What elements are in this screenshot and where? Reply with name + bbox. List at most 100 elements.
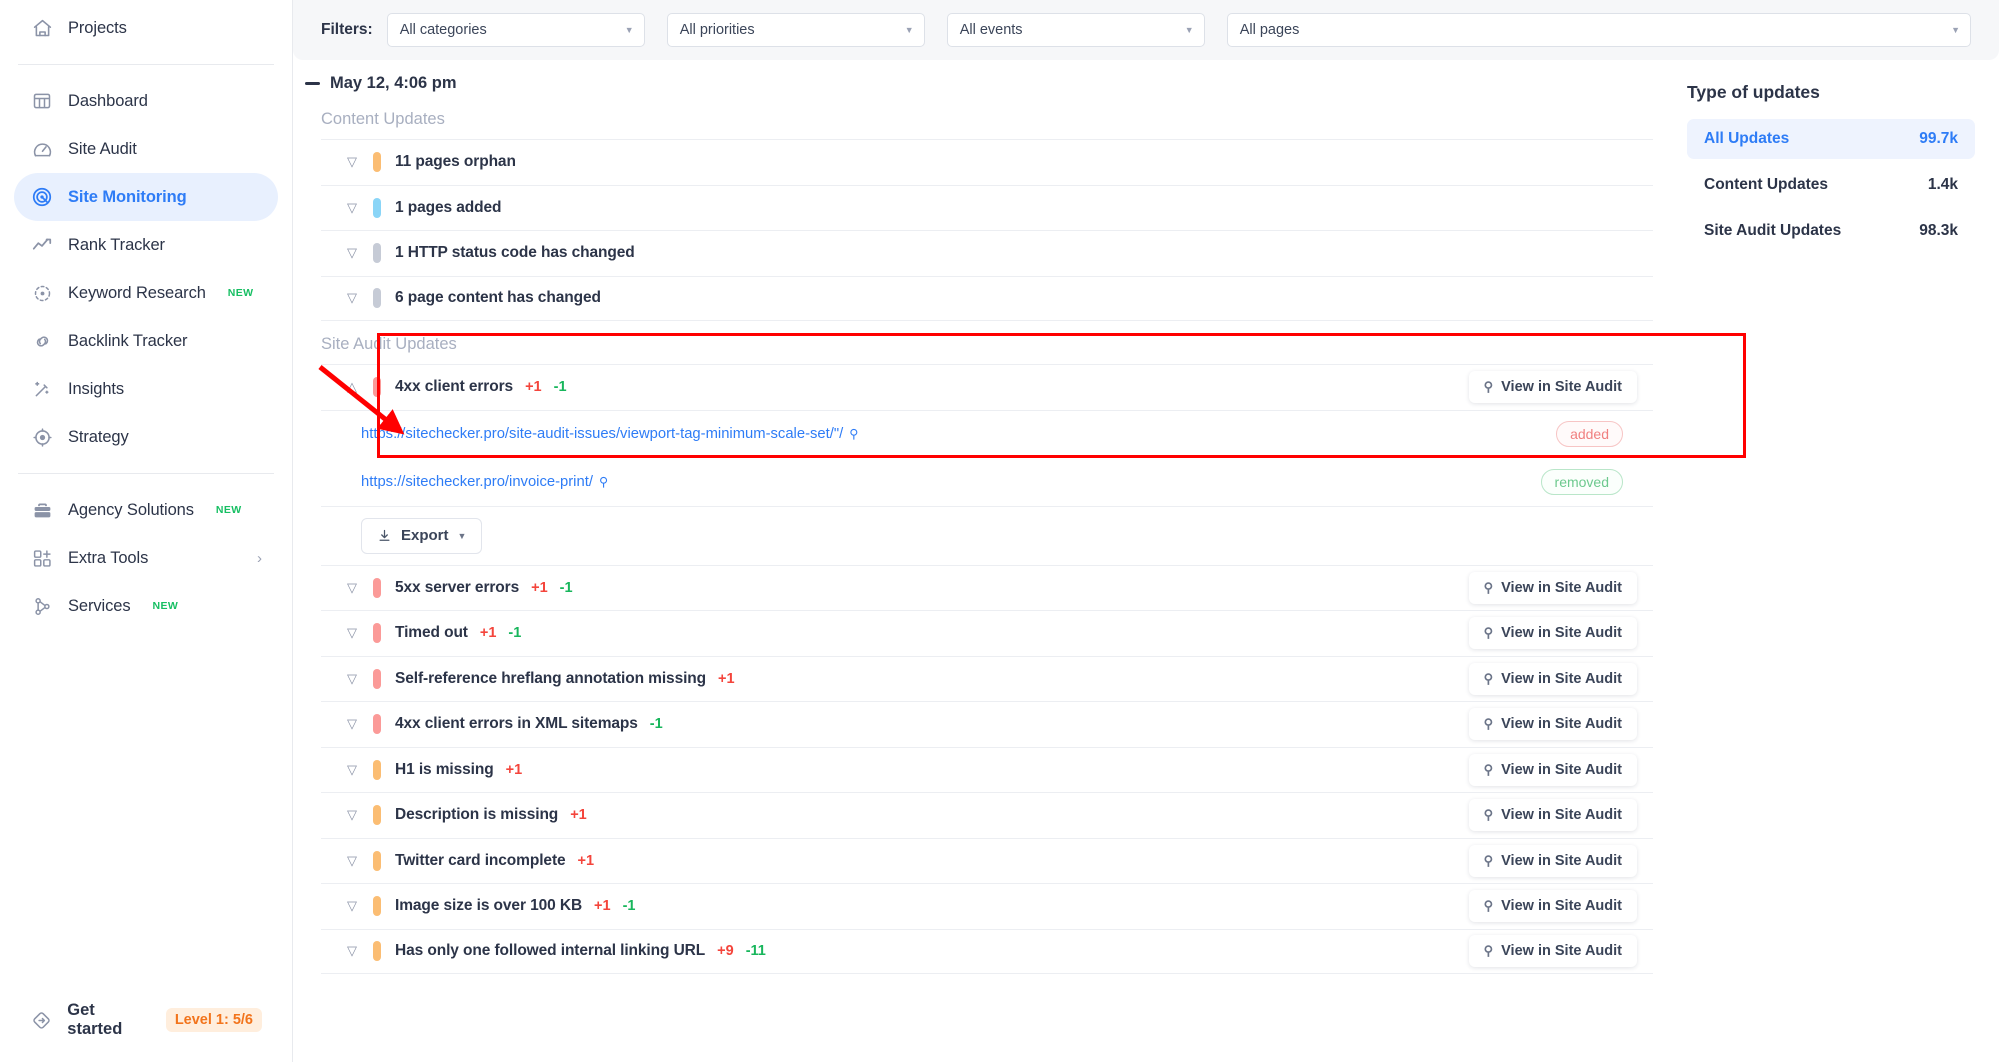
chevron-down-icon[interactable]: ▽ (341, 853, 363, 869)
view-in-site-audit-button[interactable]: ⚲ View in Site Audit (1468, 890, 1637, 923)
search-icon[interactable]: ⚲ (849, 427, 858, 441)
chevron-up-icon[interactable]: △ (341, 379, 363, 395)
get-started-button[interactable]: Get started Level 1: 5/6 (0, 992, 292, 1048)
filter-events-select[interactable]: All events ▼ (946, 13, 1205, 47)
row-label: Twitter card incomplete (395, 851, 566, 869)
view-in-site-audit-button[interactable]: ⚲ View in Site Audit (1468, 371, 1637, 404)
table-row[interactable]: ▽ 6 page content has changed (321, 275, 1653, 321)
chevron-down-icon[interactable]: ▽ (341, 290, 363, 306)
collapse-minus-icon[interactable] (305, 81, 320, 85)
chevron-down-icon[interactable]: ▽ (341, 625, 363, 641)
table-row[interactable]: ▽ Self-reference hreflang annotation mis… (321, 655, 1653, 702)
briefcase-icon (30, 498, 54, 522)
dashboard-icon (30, 89, 54, 113)
chevron-down-icon[interactable]: ▽ (341, 671, 363, 687)
delta-positive: +1 (577, 852, 595, 869)
detail-url-link[interactable]: https://sitechecker.pro/invoice-print/ ⚲ (361, 474, 608, 490)
rocket-diamond-icon (30, 1008, 53, 1032)
sidebar-item-rank-tracker[interactable]: Rank Tracker (14, 221, 278, 269)
list-item[interactable]: https://sitechecker.pro/invoice-print/⚲ … (321, 458, 1653, 506)
chevron-down-icon[interactable]: ▽ (341, 200, 363, 216)
priority-indicator (373, 152, 381, 173)
nodes-icon (30, 594, 54, 618)
chevron-right-icon: › (257, 549, 262, 567)
chevron-down-icon[interactable]: ▽ (341, 245, 363, 261)
table-row[interactable]: ▽ Image size is over 100 KB +1 -1 ⚲ View… (321, 883, 1653, 929)
table-row[interactable]: ▽ Description is missing +1 ⚲ View in Si… (321, 792, 1653, 838)
chevron-down-icon[interactable]: ▽ (341, 807, 363, 823)
filter-categories-select[interactable]: All categories ▼ (386, 13, 645, 47)
delta-positive: +1 (525, 379, 542, 396)
chevron-down-icon[interactable]: ▽ (341, 762, 363, 778)
filter-priorities-select[interactable]: All priorities ▼ (666, 13, 925, 47)
chevron-down-icon[interactable]: ▽ (341, 943, 363, 959)
table-row-4xx-client-errors[interactable]: △ 4xx client errors +1 -1 ⚲ View in Site… (321, 364, 1653, 410)
view-in-site-audit-button[interactable]: ⚲ View in Site Audit (1468, 662, 1637, 695)
sidebar-item-keyword-research[interactable]: Keyword Research NEW (14, 269, 278, 317)
panel-item-value: 99.7k (1919, 130, 1958, 147)
view-in-site-audit-button[interactable]: ⚲ View in Site Audit (1468, 571, 1637, 604)
search-icon: ⚲ (1483, 898, 1494, 914)
site-audit-updates-section-title: Site Audit Updates (321, 335, 457, 353)
main-content: Filters: All categories ▼ All priorities… (293, 0, 1999, 1062)
view-button-label: View in Site Audit (1501, 670, 1622, 687)
panel-item-all-updates[interactable]: All Updates 99.7k (1687, 119, 1975, 159)
panel-item-site-audit-updates[interactable]: Site Audit Updates 98.3k (1687, 211, 1975, 251)
sidebar-item-agency-solutions[interactable]: Agency Solutions NEW (14, 486, 278, 534)
detail-url-text: https://sitechecker.pro/invoice-print/ (361, 473, 593, 490)
detail-url-text: https://sitechecker.pro/site-audit-issue… (361, 426, 844, 442)
search-icon: ⚲ (1483, 579, 1494, 595)
view-in-site-audit-button[interactable]: ⚲ View in Site Audit (1468, 844, 1637, 877)
chevron-down-icon[interactable]: ▽ (341, 716, 363, 732)
table-row[interactable]: ▽ 11 pages orphan (321, 139, 1653, 185)
date-header[interactable]: May 12, 4:06 pm (305, 60, 1653, 96)
chevron-down-icon[interactable]: ▽ (341, 898, 363, 914)
view-in-site-audit-button[interactable]: ⚲ View in Site Audit (1468, 617, 1637, 650)
table-row[interactable]: ▽ 5xx server errors +1 -1 ⚲ View in Site… (321, 564, 1653, 611)
delta-negative: -1 (559, 579, 573, 596)
row-label: Timed out (395, 624, 468, 642)
type-of-updates-panel: Type of updates All Updates 99.7k Conten… (1653, 60, 1999, 1062)
chevron-down-icon[interactable]: ▽ (341, 154, 363, 170)
new-badge: NEW (227, 287, 254, 299)
view-in-site-audit-button[interactable]: ⚲ View in Site Audit (1468, 799, 1637, 832)
sidebar-item-backlink-tracker[interactable]: Backlink Tracker (14, 317, 278, 365)
table-row[interactable]: ▽ H1 is missing +1 ⚲ View in Site Audit (321, 746, 1653, 793)
sidebar-item-extra-tools[interactable]: Extra Tools › (14, 534, 278, 582)
sidebar-item-label: Dashboard (68, 91, 148, 110)
sidebar-item-site-monitoring[interactable]: Site Monitoring (14, 173, 278, 221)
view-in-site-audit-button[interactable]: ⚲ View in Site Audit (1468, 935, 1637, 968)
row-label: Image size is over 100 KB (395, 897, 583, 915)
sidebar-item-projects[interactable]: Projects (14, 4, 278, 52)
detail-url-link[interactable]: https://sitechecker.pro/site-audit-issue… (361, 426, 858, 442)
content-area: May 12, 4:06 pm Content Updates ▽ 11 pag… (293, 60, 1999, 1062)
table-row[interactable]: ▽ Has only one followed internal linking… (321, 928, 1653, 974)
panel-item-label: All Updates (1704, 130, 1790, 147)
search-icon[interactable]: ⚲ (599, 475, 608, 489)
export-row: Export ▼ (321, 505, 1653, 565)
export-button[interactable]: Export ▼ (361, 517, 483, 554)
chevron-down-icon: ▼ (624, 25, 634, 35)
list-item[interactable]: https://sitechecker.pro/site-audit-issue… (321, 409, 1653, 458)
search-icon: ⚲ (1483, 625, 1494, 641)
chevron-down-icon[interactable]: ▽ (341, 580, 363, 596)
sidebar-item-strategy[interactable]: Strategy (14, 413, 278, 461)
sidebar-item-services[interactable]: Services NEW (14, 582, 278, 630)
table-row[interactable]: ▽ 1 HTTP status code has changed (321, 230, 1653, 276)
sidebar-item-dashboard[interactable]: Dashboard (14, 77, 278, 125)
search-icon: ⚲ (1483, 716, 1494, 732)
search-icon: ⚲ (1483, 761, 1494, 777)
sidebar-item-insights[interactable]: Insights (14, 365, 278, 413)
view-in-site-audit-button[interactable]: ⚲ View in Site Audit (1468, 708, 1637, 741)
view-in-site-audit-button[interactable]: ⚲ View in Site Audit (1468, 753, 1637, 786)
sidebar-item-label: Insights (68, 379, 125, 398)
sidebar-item-label: Site Monitoring (68, 187, 187, 206)
table-row[interactable]: ▽ 4xx client errors in XML sitemaps -1 ⚲… (321, 701, 1653, 747)
table-row[interactable]: ▽ Twitter card incomplete +1 ⚲ View in S… (321, 837, 1653, 884)
table-row[interactable]: ▽ Timed out +1 -1 ⚲ View in Site Audit (321, 610, 1653, 656)
panel-item-content-updates[interactable]: Content Updates 1.4k (1687, 165, 1975, 205)
table-row[interactable]: ▽ 1 pages added (321, 184, 1653, 231)
filter-pages-select[interactable]: All pages ▼ (1226, 13, 1971, 47)
sidebar-item-site-audit[interactable]: Site Audit (14, 125, 278, 173)
delta-negative: -1 (508, 625, 522, 642)
